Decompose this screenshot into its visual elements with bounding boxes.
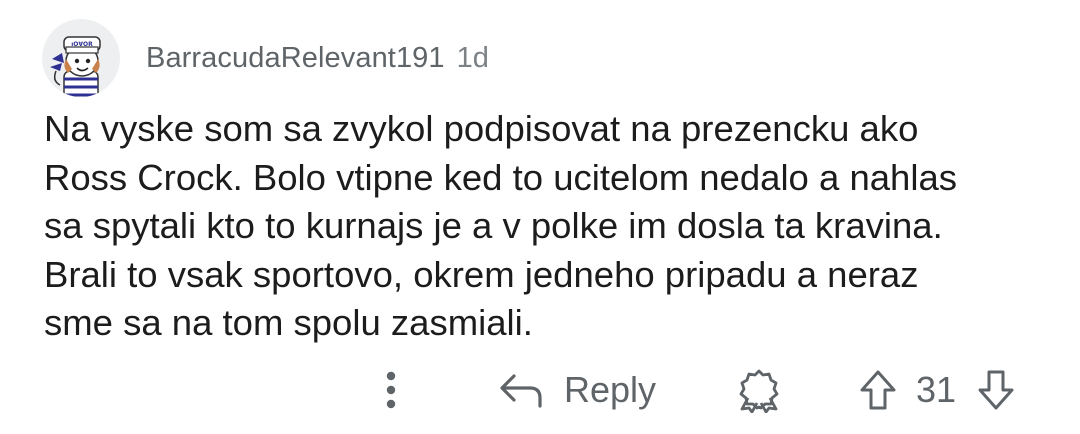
comment-age: 1d (456, 41, 489, 74)
comment: ᴉO∀OR BarracudaRelevant191 1d Na vyske s… (0, 0, 1080, 434)
avatar[interactable]: ᴉO∀OR (42, 19, 120, 97)
reply-button[interactable]: Reply (498, 364, 656, 416)
comment-body: Na vyske som sa zvykol podpisovat na pre… (44, 105, 1044, 348)
comment-header: ᴉO∀OR BarracudaRelevant191 1d (42, 18, 489, 98)
comment-actions: Reply 31 (0, 360, 1080, 420)
upvote-arrow-icon[interactable] (858, 368, 898, 412)
comment-body-line: Brali to vsak sportovo, okrem jedneho pr… (44, 253, 919, 295)
vote-score: 31 (916, 369, 957, 410)
downvote-arrow-icon[interactable] (976, 368, 1016, 412)
comment-body-line: Na vyske som sa zvykol podpisovat na pre… (44, 108, 919, 149)
comment-body-line: sme sa na tom spolu zasmiali. (44, 302, 533, 343)
svg-text:ᴉO∀OR: ᴉO∀OR (71, 41, 93, 48)
vote-controls: 31 (858, 364, 1016, 416)
reply-arrow-icon (500, 374, 542, 408)
reply-label: Reply (564, 369, 657, 410)
award-button[interactable] (736, 364, 782, 416)
comment-body-line: sa spytali kto to kurnajs je a v polke i… (44, 205, 943, 246)
avatar-image: ᴉO∀OR (50, 36, 101, 97)
more-options-button[interactable] (376, 366, 406, 414)
award-icon (739, 369, 779, 413)
comment-body-line: Ross Crock. Bolo vtipne ked to ucitelom … (44, 156, 957, 198)
more-vertical-icon (386, 371, 396, 409)
comment-author[interactable]: BarracudaRelevant191 (146, 42, 445, 75)
